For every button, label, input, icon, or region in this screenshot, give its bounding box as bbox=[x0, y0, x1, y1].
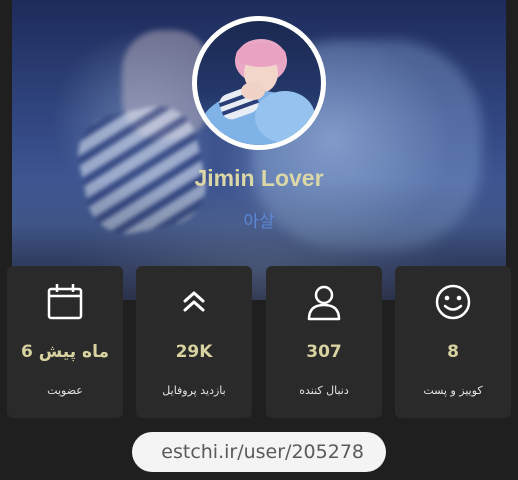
stat-card-followers[interactable]: 307 دنبال کننده bbox=[266, 266, 382, 418]
user-icon bbox=[266, 282, 382, 322]
stat-label: کوییز و پست bbox=[423, 384, 483, 397]
profile-avatar[interactable] bbox=[192, 16, 326, 150]
avatar-photo bbox=[197, 21, 321, 145]
profile-username: 아살 bbox=[243, 212, 275, 232]
profile-url-button[interactable]: estchi.ir/user/205278 bbox=[132, 432, 386, 472]
stat-label: دنبال کننده bbox=[299, 384, 349, 397]
stat-label: بازدید پروفایل bbox=[162, 384, 226, 397]
stat-value: 29K bbox=[175, 342, 213, 362]
stat-card-quizzes-posts[interactable]: 8 کوییز و پست bbox=[395, 266, 511, 418]
stat-card-profile-views[interactable]: 29K بازدید پروفایل bbox=[136, 266, 252, 418]
profile-display-name: Jimin Lover bbox=[194, 165, 324, 191]
calendar-icon bbox=[7, 282, 123, 322]
profile-url-text: estchi.ir/user/205278 bbox=[161, 441, 364, 463]
stat-card-membership[interactable]: 6 ماه پیش عضویت bbox=[7, 266, 123, 418]
double-chevron-up-icon bbox=[136, 282, 252, 322]
stat-value: 307 bbox=[306, 342, 342, 362]
smile-icon bbox=[395, 282, 511, 322]
stat-value: 8 bbox=[447, 342, 459, 362]
stat-value: 6 ماه پیش bbox=[21, 342, 109, 362]
stat-label: عضویت bbox=[47, 384, 83, 397]
